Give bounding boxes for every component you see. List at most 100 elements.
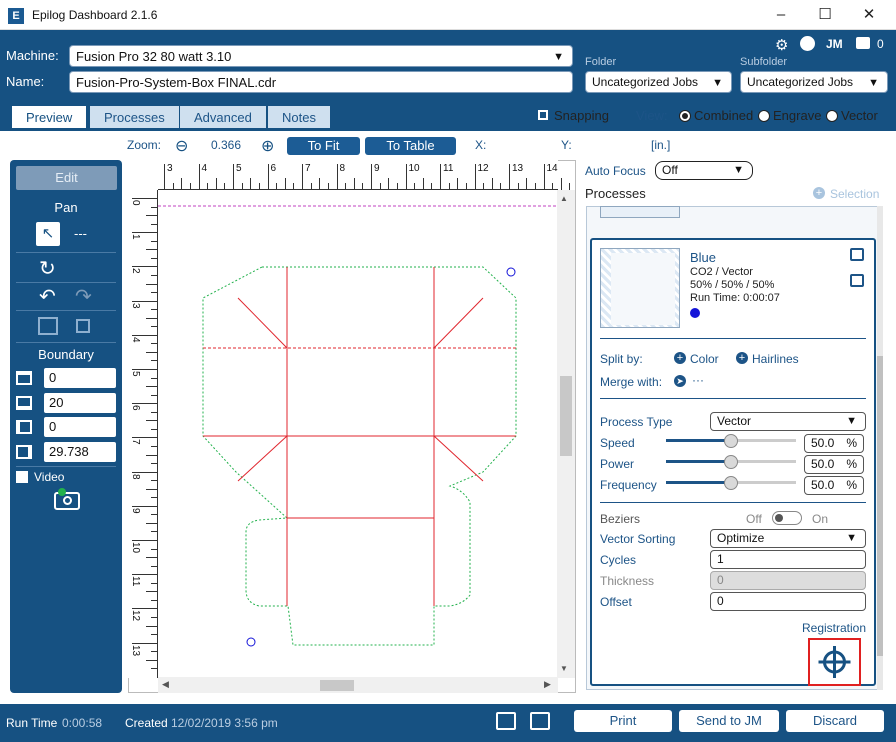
ruler-label: 5 [130, 371, 141, 377]
printer-icon[interactable] [856, 37, 870, 49]
boundary-bottom-field[interactable]: 20 [44, 393, 116, 413]
ruler-subtick [151, 668, 158, 670]
chevron-down-icon[interactable]: ▼ [560, 664, 568, 673]
job-artwork[interactable] [158, 190, 557, 677]
ungroup-icon[interactable] [76, 319, 90, 333]
selection-button[interactable]: Selection [830, 187, 879, 201]
merge-value[interactable]: ··· [692, 373, 704, 387]
refresh-icon[interactable]: ↻ [39, 256, 56, 281]
video-label: Video [34, 470, 65, 484]
speed-slider[interactable] [666, 434, 796, 449]
ruler-subtick [146, 351, 158, 353]
split-hairlines-button[interactable]: Hairlines [752, 352, 799, 366]
ruler-subtick [362, 183, 364, 190]
vector-sorting-select[interactable]: Optimize ▼ [710, 529, 866, 548]
ruler-subtick [151, 463, 158, 465]
add-icon[interactable]: + [736, 352, 748, 364]
offset-field[interactable]: 0 [710, 592, 866, 611]
tab-processes[interactable]: Processes [90, 106, 179, 128]
to-table-button[interactable]: To Table [365, 137, 456, 155]
chevron-right-icon[interactable]: ▶ [544, 679, 551, 690]
ruler-subtick [181, 178, 183, 190]
boundary-top-field[interactable]: 0 [44, 368, 116, 388]
registration-button[interactable] [808, 638, 861, 686]
export-icon[interactable] [850, 274, 864, 287]
vertical-scrollbar[interactable]: ▲ ▼ [557, 190, 575, 678]
power-field[interactable]: 50.0% [804, 455, 864, 474]
ruler-subtick [146, 454, 158, 456]
ruler-subtick [483, 183, 485, 190]
ruler-label: 3 [130, 302, 141, 309]
add-selection-icon[interactable]: + [813, 187, 825, 199]
ruler-subtick [500, 183, 502, 190]
tab-advanced[interactable]: Advanced [180, 106, 266, 128]
pointer-icon[interactable]: ↖ [36, 222, 60, 246]
camera-icon[interactable] [54, 492, 80, 510]
beziers-toggle[interactable] [772, 511, 802, 525]
ruler-subtick [146, 591, 158, 593]
view-combined-radio[interactable] [679, 110, 691, 122]
frequency-slider[interactable] [666, 476, 796, 491]
ruler-subtick [151, 377, 158, 379]
ruler-subtick [250, 178, 252, 190]
discard-button[interactable]: Discard [786, 710, 884, 732]
subfolder-select[interactable]: Uncategorized Jobs ▼ [740, 71, 888, 93]
import-icon[interactable] [496, 712, 516, 730]
auto-focus-select[interactable]: Off ▼ [655, 161, 753, 180]
scroll-thumb[interactable] [320, 680, 354, 691]
chevron-up-icon[interactable]: ▲ [560, 194, 568, 203]
process-card-blue[interactable]: Blue CO2 / Vector 50% / 50% / 50% Run Ti… [590, 238, 876, 686]
activity-icon[interactable] [800, 36, 815, 51]
chevron-left-icon[interactable]: ◀ [162, 679, 169, 690]
ruler-subtick [146, 283, 158, 285]
ruler-subtick [151, 445, 158, 447]
video-checkbox[interactable] [16, 471, 28, 483]
send-to-jm-button[interactable]: Send to JM [679, 710, 779, 732]
view-engrave-radio[interactable] [758, 110, 770, 122]
group-icon[interactable] [38, 317, 58, 335]
boundary-right-field[interactable]: 29.738 [44, 442, 116, 462]
machine-select[interactable]: Fusion Pro 32 80 watt 3.10 ▼ [69, 45, 573, 67]
snapping-checkbox[interactable] [536, 108, 550, 122]
edit-button[interactable]: Edit [16, 166, 117, 190]
undo-icon[interactable]: ↶ [39, 284, 56, 309]
split-color-button[interactable]: Color [690, 352, 719, 366]
process-list-scrollbar[interactable] [877, 206, 883, 690]
close-icon[interactable]: ✕ [854, 4, 884, 26]
arrow-right-icon[interactable]: ➤ [674, 375, 686, 387]
cycles-label: Cycles [600, 553, 637, 567]
view-vector-radio[interactable] [826, 110, 838, 122]
horizontal-scrollbar[interactable]: ◀ ▶ [158, 677, 558, 693]
import-icon[interactable] [850, 248, 864, 261]
print-button[interactable]: Print [574, 710, 672, 732]
power-slider[interactable] [666, 455, 796, 470]
horizontal-ruler: 3 4 5 6 7 8 9 10 11 12 13 14 [158, 160, 571, 190]
tab-notes[interactable]: Notes [268, 106, 330, 128]
zoom-out-icon[interactable]: ⊖ [175, 136, 188, 156]
minimize-icon[interactable]: – [766, 4, 796, 26]
cycles-field[interactable]: 1 [710, 550, 866, 569]
maximize-icon[interactable]: ☐ [810, 4, 840, 26]
previous-process-thumbnail[interactable] [600, 206, 680, 218]
name-field[interactable]: Fusion-Pro-System-Box FINAL.cdr [69, 71, 573, 93]
scroll-thumb[interactable] [560, 376, 572, 456]
boundary-left-field[interactable]: 0 [44, 417, 116, 437]
ruler-subtick [151, 274, 158, 276]
gear-icon[interactable]: ⚙ [775, 36, 788, 54]
ruler-subtick [151, 411, 158, 413]
folder-select[interactable]: Uncategorized Jobs ▼ [585, 71, 732, 93]
add-icon[interactable]: + [674, 352, 686, 364]
frequency-field[interactable]: 50.0% [804, 476, 864, 495]
speed-field[interactable]: 50.0% [804, 434, 864, 453]
ruler-subtick [457, 178, 459, 190]
zoom-in-icon[interactable]: ⊕ [261, 136, 274, 156]
redo-icon[interactable]: ↷ [75, 284, 92, 309]
run-time-label: Run Time [6, 716, 58, 730]
user-initials[interactable]: JM [826, 37, 843, 51]
export-icon[interactable] [530, 712, 550, 730]
process-type-select[interactable]: Vector ▼ [710, 412, 866, 431]
ruler-subtick [560, 178, 562, 190]
tab-preview[interactable]: Preview [12, 106, 87, 128]
to-fit-button[interactable]: To Fit [287, 137, 360, 155]
ruler-subtick [146, 522, 158, 524]
